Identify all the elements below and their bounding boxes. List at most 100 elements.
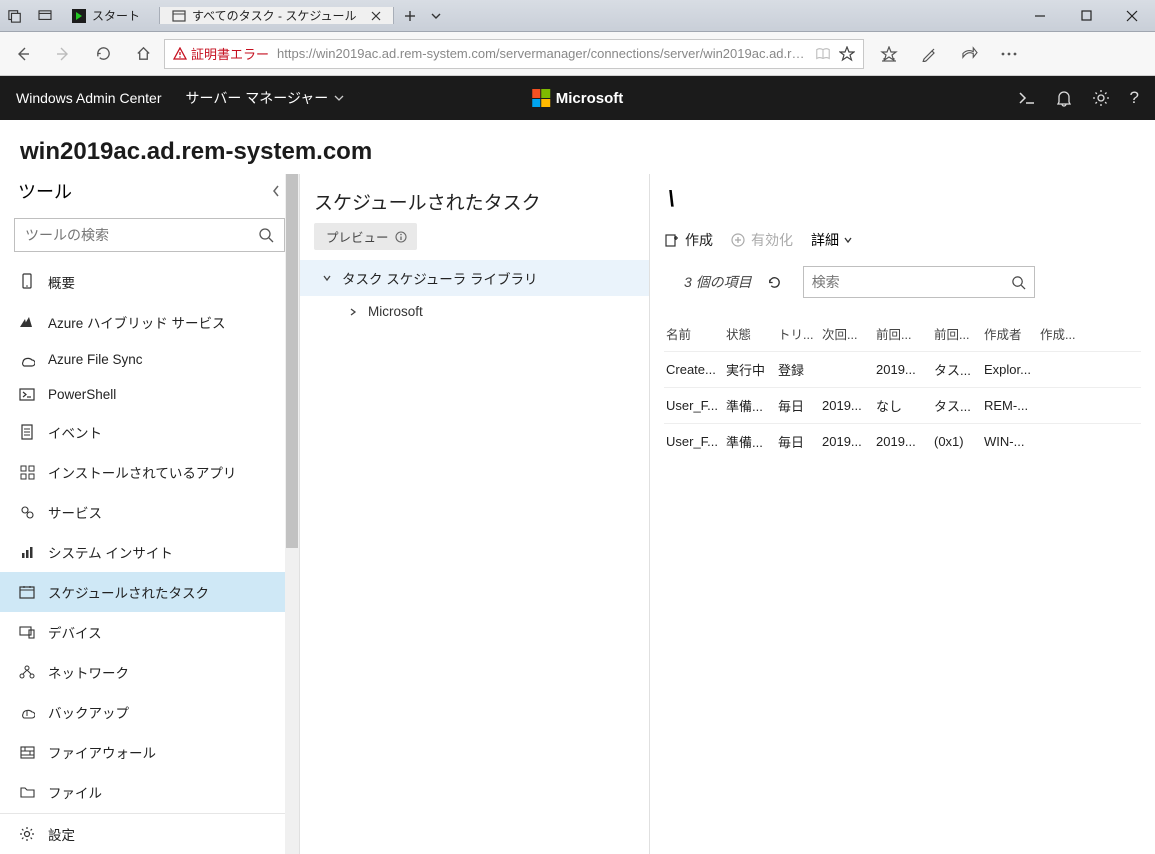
close-icon[interactable] [363,11,381,21]
sidebar-item-network[interactable]: ネットワーク [0,652,285,692]
cell: REM-... [984,398,1040,413]
devices-icon [18,626,36,639]
enable-icon [731,233,745,247]
chevron-down-icon [334,93,344,103]
sidebar-item-label: 概要 [48,272,75,292]
tab-tasks[interactable]: すべてのタスク - スケジュール [160,7,394,24]
sidebar-item-label: イベント [48,422,102,442]
enable-task-button: 有効化 [731,230,793,250]
tree-child-microsoft[interactable]: Microsoft [300,296,649,327]
address-input[interactable]: 証明書エラー https://win2019ac.ad.rem-system.c… [164,39,864,69]
sidebar-item-azure-file-sync[interactable]: Azure File Sync [0,342,285,377]
sidebar-item-powershell[interactable]: PowerShell [0,377,285,412]
tab-overflow-icon[interactable] [430,10,442,22]
table-row[interactable]: User_F... 準備... 毎日 2019... 2019... (0x1)… [664,423,1141,459]
table-row[interactable]: User_F... 準備... 毎日 2019... なし タス... REM-… [664,387,1141,423]
sidebar-item-overview[interactable]: 概要 [0,262,285,302]
help-icon[interactable]: ? [1130,88,1139,108]
sidebar-item-services[interactable]: サービス [0,492,285,532]
tasks-icon [18,585,36,599]
sidebar-scrollbar[interactable] [285,174,299,854]
window-titlebar: スタート すべてのタスク - スケジュール [0,0,1155,32]
sidebar-item-system-insights[interactable]: システム インサイト [0,532,285,572]
task-detail-panel: \ 作成 有効化 詳細 3 個の項目 名前 [650,174,1155,854]
cell: WIN-... [984,434,1040,449]
sidebar-item-azure-hybrid[interactable]: Azure ハイブリッド サービス [0,302,285,342]
scrollbar-thumb[interactable] [286,174,298,548]
sidebar-item-label: PowerShell [48,387,116,402]
col-trigger[interactable]: トリ... [778,324,822,343]
col-created[interactable]: 作成... [1040,324,1102,343]
sidebar-item-label: ネットワーク [48,662,129,682]
sidebar-item-label: スケジュールされたタスク [48,582,209,602]
cell: 2019... [876,362,934,377]
header-right: ? [1018,88,1139,108]
sidebar-item-scheduled-tasks[interactable]: スケジュールされたタスク [0,572,285,612]
cell: タス... [934,360,984,379]
col-name[interactable]: 名前 [666,324,726,343]
col-state[interactable]: 状態 [726,324,778,343]
refresh-icon[interactable] [766,274,783,291]
cell: 実行中 [726,360,778,379]
sidebar-item-label: サービス [48,502,102,522]
breadcrumb-label: サーバー マネージャー [186,88,329,108]
search-icon [258,227,274,243]
minimize-button[interactable] [1017,0,1063,31]
task-search[interactable] [803,266,1035,298]
powershell-icon[interactable] [1018,91,1036,105]
home-button[interactable] [124,35,162,73]
tool-search-input[interactable] [25,227,258,243]
cert-error-badge[interactable]: 証明書エラー [173,44,269,63]
sidebar-item-backup[interactable]: バックアップ [0,692,285,732]
col-last[interactable]: 前回... [876,324,934,343]
notes-icon[interactable] [910,35,948,73]
collapse-icon[interactable] [271,184,281,198]
gear-icon[interactable] [1092,89,1110,107]
refresh-button[interactable] [84,35,122,73]
forward-button[interactable] [44,35,82,73]
col-lastresult[interactable]: 前回... [934,324,984,343]
microsoft-logo: Microsoft [532,89,624,107]
reading-view-icon[interactable] [815,47,831,61]
sidebar-item-events[interactable]: イベント [0,412,285,452]
sidebar-item-devices[interactable]: デバイス [0,612,285,652]
favorites-hub-icon[interactable] [870,35,908,73]
more-menu[interactable]: 詳細 [811,230,853,250]
window-controls [1017,0,1155,31]
back-button[interactable] [4,35,42,73]
create-task-button[interactable]: 作成 [664,230,713,250]
taskview-icon[interactable] [0,9,30,23]
favorite-icon[interactable] [839,46,855,62]
files-icon [18,786,36,798]
recent-icon[interactable] [30,10,60,22]
chevron-down-icon [322,273,334,283]
insights-icon [18,545,36,559]
cell: 準備... [726,432,778,451]
enable-label: 有効化 [751,230,793,250]
tool-search[interactable] [14,218,285,252]
tab-tasks-label: すべてのタスク - スケジュール [192,7,357,24]
tree-root[interactable]: タスク スケジューラ ライブラリ [300,260,649,296]
sidebar-item-firewall[interactable]: ファイアウォール [0,732,285,772]
col-author[interactable]: 作成者 [984,324,1040,343]
settings-icon [18,826,36,842]
tools-heading: ツール [18,178,72,204]
tool-list: 概要 Azure ハイブリッド サービス Azure File Sync Pow… [0,262,299,813]
breadcrumb[interactable]: サーバー マネージャー [186,88,345,108]
task-search-input[interactable] [812,274,1011,290]
table-row[interactable]: Create... 実行中 登録 2019... タス... Explor... [664,351,1141,387]
share-icon[interactable] [950,35,988,73]
cell: User_F... [666,434,726,449]
panel-title: スケジュールされたタスク [300,184,649,223]
more-icon[interactable] [990,35,1028,73]
notification-icon[interactable] [1056,89,1072,107]
maximize-button[interactable] [1063,0,1109,31]
new-tab-icon[interactable] [404,10,416,22]
sidebar-item-files[interactable]: ファイル [0,772,285,812]
tab-start[interactable]: スタート [60,7,160,24]
sidebar-item-settings[interactable]: 設定 [0,814,299,854]
chevron-right-icon [348,307,360,317]
close-button[interactable] [1109,0,1155,31]
col-next[interactable]: 次回... [822,324,876,343]
sidebar-item-installed-apps[interactable]: インストールされているアプリ [0,452,285,492]
